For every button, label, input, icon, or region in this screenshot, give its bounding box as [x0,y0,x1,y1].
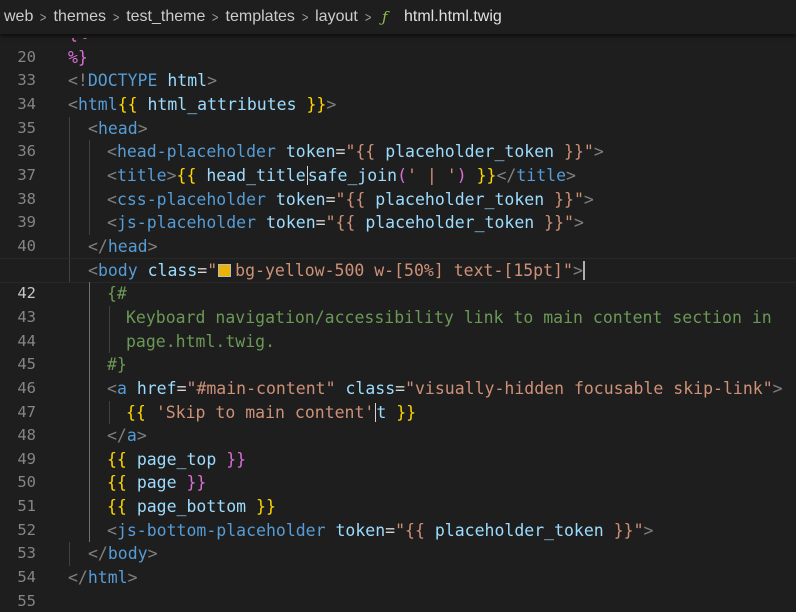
code-line[interactable]: 44 Keyboard navigation/accessibility lin… [0,305,796,350]
chevron-right-icon: > [212,9,219,25]
tag-name: a [116,378,127,398]
comment: {# [107,284,127,304]
code-line[interactable]: 47 <a href="#main-content" class="visual… [0,376,796,421]
indent-guide [69,258,70,283]
indent-guide [89,163,90,188]
breadcrumb-item-test-theme[interactable]: test_theme [126,8,205,26]
code-line[interactable]: 54 </body> [0,542,796,586]
twig-file-icon: ƒ [382,8,388,26]
code-line[interactable]: 41 </head> [0,234,796,279]
code-line[interactable]: 49 </a> [0,424,796,468]
code-line[interactable]: 52 {{ page_bottom }} [0,495,796,539]
tag-name: css-placeholder [116,189,266,209]
code-line[interactable]: 38 <title>{{ head_title safe_join(' | ') … [0,163,796,208]
chevron-right-icon: > [301,9,309,25]
code-line[interactable]: 53 <js-bottom-placeholder token="{{ plac… [0,518,796,562]
code-line[interactable]: 48 {{ 'Skip to main content' t }} [0,400,796,444]
chevron-right-icon: > [112,9,120,25]
tag-name: html [87,568,128,588]
attribute-name: class [147,260,198,280]
code-line[interactable]: 51 {{ page }} [0,471,796,515]
indent-guide [89,305,90,330]
comment: #} [107,355,127,375]
tag-name: body [97,260,138,280]
indent-guide [69,234,70,259]
indent-guide [89,424,90,448]
breadcrumb-item-templates[interactable]: templates [226,8,295,26]
tag-name: title [116,165,167,185]
indent-guide [89,329,90,354]
indent-guide [89,376,90,401]
twig-brace: }} [306,94,327,114]
indent-guide [69,163,70,188]
indent-guide [69,211,70,235]
indent-guide [89,447,90,472]
indent-guide [89,495,90,519]
tag-name: head-placeholder [116,142,276,162]
code-line[interactable]: 36 <head> [0,116,796,160]
tag-name: body [107,544,148,564]
indent-guide [109,400,110,425]
code-line[interactable]: 43 {# [0,282,796,326]
punctuation: > [326,94,337,114]
punctuation: < [68,94,78,114]
code-line[interactable]: 20 {% [0,38,796,66]
code-line[interactable]: 39 <css-placeholder token="{{ placeholde… [0,187,796,231]
breadcrumb-item-file[interactable]: html.html.twig [404,8,502,26]
code-line[interactable]: 46 #} [0,353,796,397]
code-line[interactable]: 34 <!DOCTYPE html> [0,69,796,113]
tag-name: head [107,236,148,256]
twig-brace: {{ [117,94,138,114]
code-line[interactable]: 33 %} [0,46,796,90]
code-editor[interactable]: 20 {% 33 %} 34 <!DOCTYPE html> 35 <html{… [0,38,796,612]
breadcrumb-item-themes[interactable]: themes [54,8,106,26]
color-swatch-icon[interactable] [218,263,232,277]
indent-guide [89,282,90,306]
twig-tag-open: {% [68,38,88,43]
indent-guide [69,116,70,141]
code-line[interactable]: 45 page.html.twig. [0,329,796,373]
attribute-name: token [285,142,336,162]
attribute-value: bg-yellow-500 w-[50%] text-[15pt] [235,260,563,280]
indent-guide [109,305,110,330]
tag-name: html [77,94,118,114]
punctuation: <! [68,71,88,91]
indent-guide [89,353,90,377]
tag-name: js-placeholder [116,213,257,233]
code-line-current[interactable]: 42 <body class=" bg-yellow-500 w-[50%] te… [0,257,796,302]
indent-guide [69,187,70,212]
indent-guide [89,471,90,496]
code-line[interactable]: 37 <head-placeholder token="{{ placehold… [0,140,796,184]
code-line[interactable]: 35 <html{{ html_attributes }}> [0,93,796,137]
indent-guide [89,518,90,543]
breadcrumb: web > themes > test_theme > templates > … [0,0,796,34]
code-line[interactable]: 50 {{ page_top }} [0,447,796,491]
indent-guide [69,140,70,164]
tag-name: head [97,118,138,138]
comment: Keyboard navigation/accessibility link t… [126,307,772,327]
twig-tag-close: %} [68,47,88,67]
doctype-value: html [157,71,208,91]
indent-guide [89,140,90,164]
indent-guide [89,187,90,212]
indent-guide [89,211,90,235]
indent-guide [89,400,90,425]
indent-guide [109,329,110,354]
tag-name: js-bottom-placeholder [116,520,326,540]
code-line[interactable]: 56 [0,590,796,612]
code-line[interactable]: 55 </html> [0,566,796,610]
punctuation: > [207,71,218,91]
indent-guide [69,542,70,567]
tag-name: a [126,426,137,446]
chevron-right-icon: > [364,9,372,25]
breadcrumb-item-web[interactable]: web [4,8,33,26]
chevron-right-icon: > [40,9,47,25]
text-cursor [582,260,585,280]
twig-variable: html_attributes [147,94,297,114]
comment: page.html.twig. [126,331,276,351]
doctype-keyword: DOCTYPE [87,71,158,91]
code-line[interactable]: 40 <js-placeholder token="{{ placeholder… [0,211,796,255]
breadcrumb-item-layout[interactable]: layout [315,8,358,26]
